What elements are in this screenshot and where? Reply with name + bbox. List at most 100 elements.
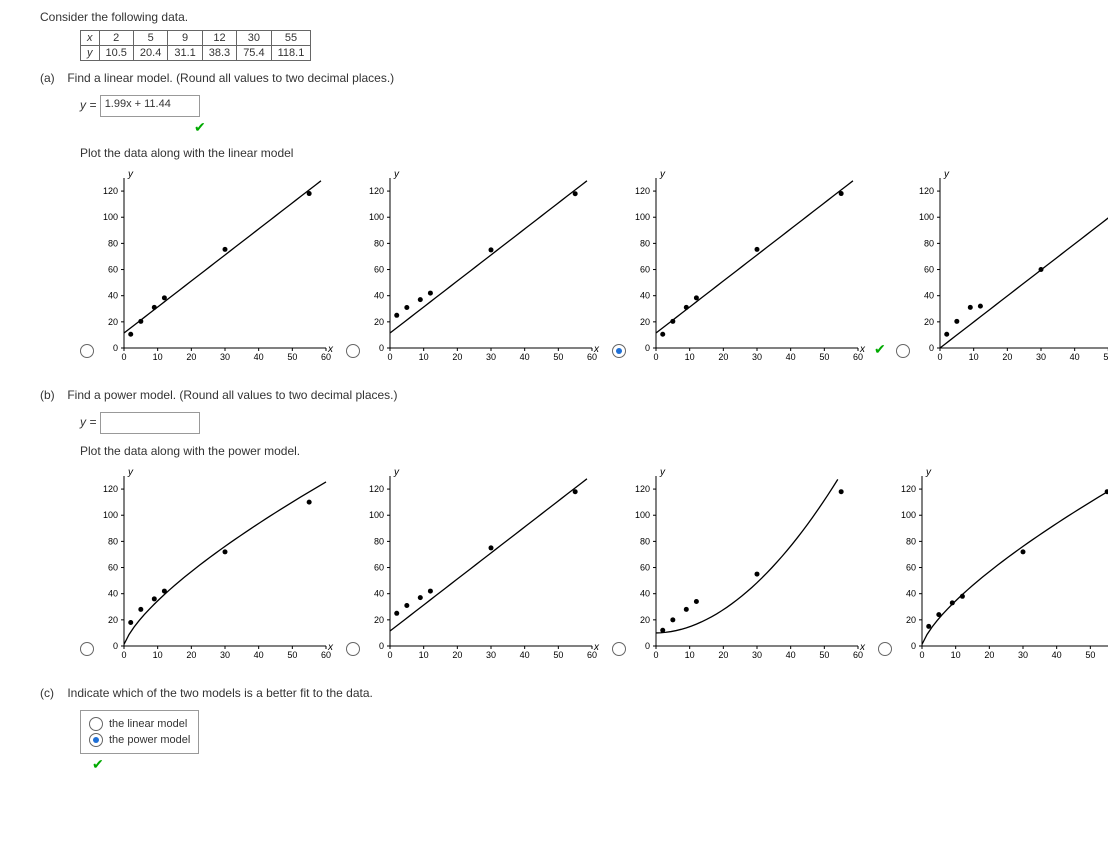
linear-model-radio[interactable]: [89, 717, 103, 731]
power-model-radio[interactable]: [89, 733, 103, 747]
power-model-input[interactable]: [100, 412, 200, 434]
svg-text:0: 0: [113, 641, 118, 651]
chart-plot: 0204060801001200102030405060yx: [362, 168, 602, 368]
svg-text:40: 40: [640, 589, 650, 599]
svg-text:10: 10: [685, 352, 695, 362]
linear-model-option: the linear model: [109, 718, 187, 730]
eq-prefix-a: y =: [80, 98, 96, 112]
svg-text:0: 0: [379, 641, 384, 651]
svg-text:40: 40: [1052, 650, 1062, 660]
part-b-subtext: Plot the data along with the power model…: [80, 444, 1088, 458]
svg-text:10: 10: [419, 650, 429, 660]
svg-text:60: 60: [108, 563, 118, 573]
svg-text:0: 0: [121, 650, 126, 660]
svg-text:10: 10: [685, 650, 695, 660]
part-b-plot-row: 0204060801001200102030405060yx0204060801…: [80, 466, 1088, 666]
plot-radio[interactable]: [346, 642, 360, 656]
svg-text:100: 100: [635, 212, 650, 222]
svg-text:80: 80: [108, 238, 118, 248]
svg-text:80: 80: [374, 238, 384, 248]
plot-radio[interactable]: [612, 344, 626, 358]
svg-text:20: 20: [718, 352, 728, 362]
chart-plot: 0204060801001200102030405060yx: [912, 168, 1108, 368]
svg-text:40: 40: [374, 291, 384, 301]
svg-text:40: 40: [640, 291, 650, 301]
svg-text:60: 60: [906, 563, 916, 573]
svg-text:120: 120: [901, 484, 916, 494]
svg-text:100: 100: [103, 510, 118, 520]
svg-text:100: 100: [103, 212, 118, 222]
svg-text:10: 10: [419, 352, 429, 362]
svg-text:20: 20: [108, 317, 118, 327]
svg-text:60: 60: [924, 265, 934, 275]
part-a-prompt: Find a linear model. (Round all values t…: [67, 71, 394, 85]
svg-text:40: 40: [906, 589, 916, 599]
svg-text:40: 40: [786, 650, 796, 660]
svg-text:y: y: [659, 169, 666, 180]
svg-text:0: 0: [919, 650, 924, 660]
svg-text:y: y: [925, 467, 932, 478]
svg-text:120: 120: [635, 484, 650, 494]
svg-text:50: 50: [819, 352, 829, 362]
chart-plot: 0204060801001200102030405060yx: [362, 466, 602, 666]
svg-text:50: 50: [553, 352, 563, 362]
part-a-subtext: Plot the data along with the linear mode…: [80, 146, 1088, 160]
svg-text:30: 30: [220, 352, 230, 362]
plot-radio[interactable]: [896, 344, 910, 358]
svg-text:20: 20: [906, 615, 916, 625]
svg-text:40: 40: [1069, 352, 1079, 362]
svg-text:0: 0: [121, 352, 126, 362]
svg-text:60: 60: [640, 563, 650, 573]
svg-text:120: 120: [103, 186, 118, 196]
svg-text:0: 0: [929, 343, 934, 353]
chart-plot: 0204060801001200102030405060yx: [96, 466, 336, 666]
svg-text:0: 0: [387, 650, 392, 660]
svg-text:20: 20: [984, 650, 994, 660]
part-c-choices: the linear model the power model: [80, 710, 199, 754]
svg-text:20: 20: [452, 352, 462, 362]
svg-text:30: 30: [1018, 650, 1028, 660]
plot-radio[interactable]: [80, 642, 94, 656]
svg-text:40: 40: [108, 291, 118, 301]
plot-radio[interactable]: [80, 344, 94, 358]
part-b-prompt: Find a power model. (Round all values to…: [67, 388, 397, 402]
plot-radio[interactable]: [612, 642, 626, 656]
svg-text:50: 50: [1103, 352, 1108, 362]
svg-text:10: 10: [951, 650, 961, 660]
svg-text:80: 80: [640, 536, 650, 546]
part-a-label: (a): [40, 71, 64, 85]
svg-text:100: 100: [901, 510, 916, 520]
svg-text:20: 20: [718, 650, 728, 660]
svg-text:40: 40: [254, 352, 264, 362]
svg-text:80: 80: [108, 536, 118, 546]
svg-text:120: 120: [369, 186, 384, 196]
svg-text:40: 40: [520, 352, 530, 362]
svg-text:20: 20: [374, 615, 384, 625]
svg-text:0: 0: [653, 650, 658, 660]
svg-text:100: 100: [369, 212, 384, 222]
svg-text:20: 20: [1002, 352, 1012, 362]
svg-text:y: y: [127, 169, 134, 180]
svg-text:x: x: [593, 642, 600, 653]
svg-text:40: 40: [924, 291, 934, 301]
svg-text:0: 0: [937, 352, 942, 362]
plot-radio[interactable]: [878, 642, 892, 656]
svg-text:50: 50: [553, 650, 563, 660]
part-c-label: (c): [40, 686, 64, 700]
svg-text:0: 0: [911, 641, 916, 651]
plot-radio[interactable]: [346, 344, 360, 358]
chart-plot: 0204060801001200102030405060yx: [628, 168, 868, 368]
svg-text:y: y: [393, 169, 400, 180]
svg-text:120: 120: [635, 186, 650, 196]
svg-text:50: 50: [287, 650, 297, 660]
svg-text:80: 80: [924, 238, 934, 248]
svg-text:30: 30: [752, 650, 762, 660]
svg-text:10: 10: [968, 352, 978, 362]
svg-text:x: x: [859, 344, 866, 355]
svg-text:60: 60: [108, 265, 118, 275]
svg-text:y: y: [127, 467, 134, 478]
chart-plot: 0204060801001200102030405060yx: [628, 466, 868, 666]
svg-text:60: 60: [374, 563, 384, 573]
linear-model-input[interactable]: 1.99x + 11.44: [100, 95, 200, 117]
chart-plot: 0204060801001200102030405060yx: [894, 466, 1108, 666]
